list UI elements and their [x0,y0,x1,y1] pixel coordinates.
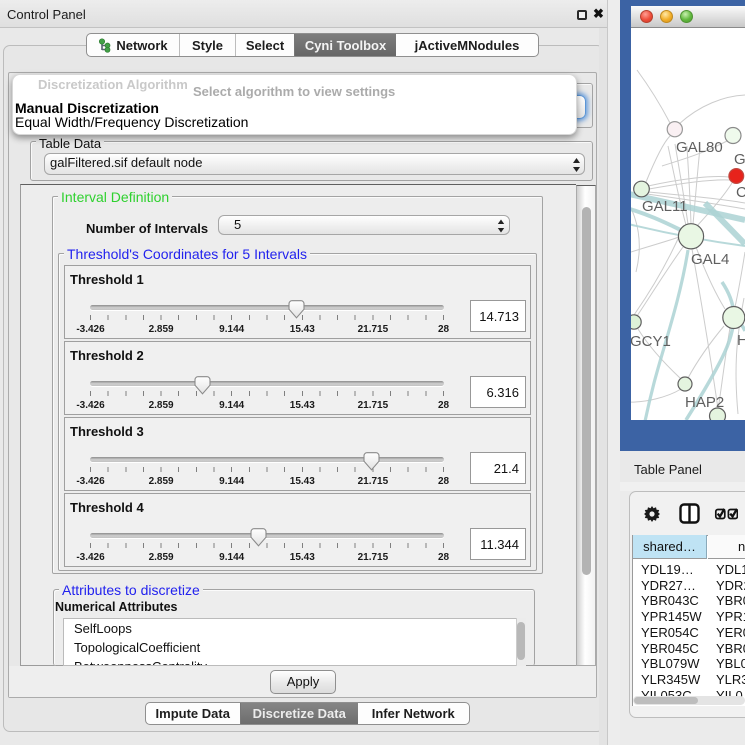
svg-text:C: C [736,184,745,201]
svg-text:GAL80: GAL80 [676,139,723,156]
svg-text:GA: GA [734,151,745,168]
svg-text:GCY1: GCY1 [631,333,671,350]
svg-text:H: H [737,332,745,349]
svg-text:HAP2: HAP2 [685,394,724,411]
svg-text:GAL11: GAL11 [642,198,688,215]
svg-text:GAL4: GAL4 [691,251,729,268]
